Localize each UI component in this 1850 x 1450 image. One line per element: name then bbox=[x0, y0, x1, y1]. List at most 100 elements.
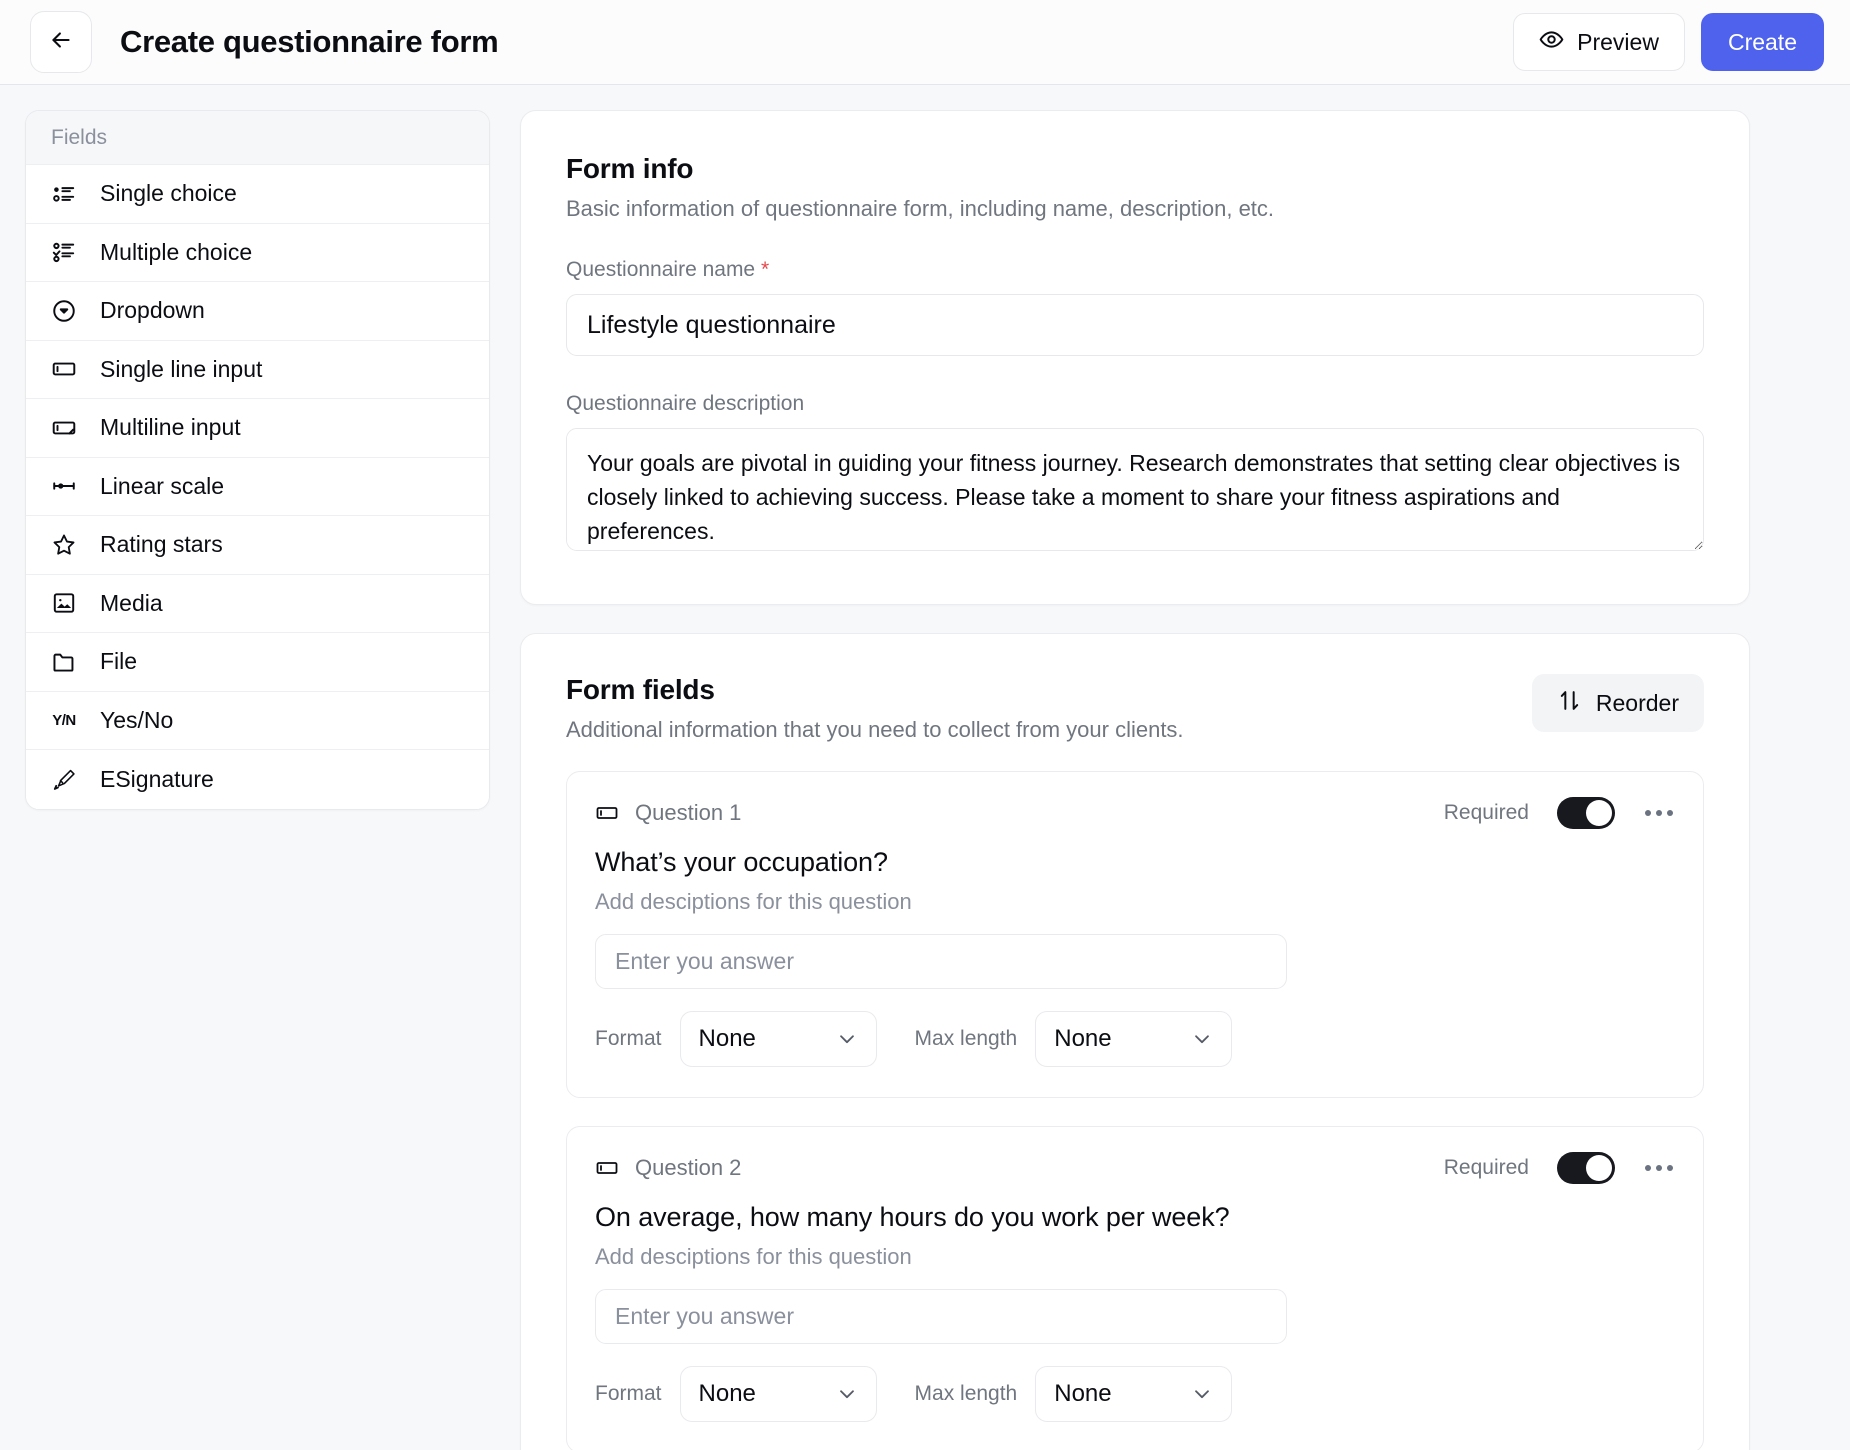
sort-arrows-icon bbox=[1557, 688, 1582, 719]
sidebar-item-multiline-input[interactable]: Multiline input bbox=[26, 399, 489, 458]
sidebar-item-rating-stars[interactable]: Rating stars bbox=[26, 516, 489, 575]
ellipsis-icon[interactable] bbox=[1643, 1159, 1675, 1177]
single-line-input-icon bbox=[51, 356, 77, 382]
chevron-down-icon bbox=[836, 1383, 858, 1405]
sidebar-item-yes-no[interactable]: Y/N Yes/No bbox=[26, 692, 489, 751]
form-info-card: Form info Basic information of questionn… bbox=[520, 110, 1750, 605]
max-length-label: Max length bbox=[915, 1382, 1018, 1406]
linear-scale-icon bbox=[51, 473, 77, 499]
sidebar-item-multiple-choice[interactable]: Multiple choice bbox=[26, 224, 489, 283]
form-fields-title: Form fields bbox=[566, 674, 1184, 706]
sidebar-item-label: Dropdown bbox=[100, 297, 205, 324]
question-card: Question 1 Required What’s your occupati… bbox=[566, 771, 1704, 1098]
form-fields-card: Form fields Additional information that … bbox=[520, 633, 1750, 1450]
eye-icon bbox=[1539, 27, 1564, 58]
answer-input[interactable] bbox=[595, 1289, 1287, 1344]
top-bar-actions: Preview Create bbox=[1513, 13, 1824, 71]
back-button[interactable] bbox=[30, 11, 92, 73]
question-card: Question 2 Required On average, how many… bbox=[566, 1126, 1704, 1450]
sidebar-item-single-line-input[interactable]: Single line input bbox=[26, 341, 489, 400]
question-title[interactable]: On average, how many hours do you work p… bbox=[595, 1202, 1675, 1233]
format-select-value: None bbox=[699, 1380, 756, 1408]
form-fields-header: Form fields Additional information that … bbox=[566, 674, 1704, 743]
required-asterisk: * bbox=[761, 258, 769, 281]
questionnaire-name-label-text: Questionnaire name bbox=[566, 258, 755, 281]
preview-button-label: Preview bbox=[1577, 29, 1659, 56]
preview-button[interactable]: Preview bbox=[1513, 13, 1685, 71]
sidebar-item-label: Single line input bbox=[100, 356, 262, 383]
sidebar-item-label: Rating stars bbox=[100, 531, 223, 558]
questionnaire-name-input[interactable] bbox=[566, 294, 1704, 356]
required-toggle[interactable] bbox=[1557, 797, 1615, 829]
question-header: Question 2 Required bbox=[595, 1152, 1675, 1184]
multiline-input-icon bbox=[51, 415, 77, 441]
required-label: Required bbox=[1444, 1156, 1529, 1180]
page-body: Fields Single choice Multiple bbox=[0, 85, 1850, 1450]
toggle-knob bbox=[1586, 800, 1612, 826]
max-length-select-value: None bbox=[1054, 1025, 1111, 1053]
max-length-select[interactable]: None bbox=[1035, 1366, 1232, 1422]
yes-no-icon: Y/N bbox=[51, 707, 77, 733]
ellipsis-icon[interactable] bbox=[1643, 804, 1675, 822]
top-bar: Create questionnaire form Preview Create bbox=[0, 0, 1850, 85]
form-fields-heading-block: Form fields Additional information that … bbox=[566, 674, 1184, 743]
questionnaire-description-label: Questionnaire description bbox=[566, 392, 1704, 416]
star-icon bbox=[51, 532, 77, 558]
reorder-button[interactable]: Reorder bbox=[1532, 674, 1704, 732]
folder-icon bbox=[51, 649, 77, 675]
sidebar-item-single-choice[interactable]: Single choice bbox=[26, 165, 489, 224]
max-length-label: Max length bbox=[915, 1027, 1018, 1051]
sidebar-item-label: Multiline input bbox=[100, 414, 241, 441]
answer-input[interactable] bbox=[595, 934, 1287, 989]
question-description[interactable]: Add desciptions for this question bbox=[595, 889, 1675, 915]
question-number: Question 1 bbox=[635, 800, 741, 826]
question-options: Format None Max length None bbox=[595, 1366, 1675, 1422]
page-title: Create questionnaire form bbox=[120, 24, 498, 60]
sidebar-item-label: Media bbox=[100, 590, 163, 617]
sidebar-item-label: Single choice bbox=[100, 180, 237, 207]
sidebar-item-dropdown[interactable]: Dropdown bbox=[26, 282, 489, 341]
chevron-down-icon bbox=[1191, 1028, 1213, 1050]
required-toggle[interactable] bbox=[1557, 1152, 1615, 1184]
multiple-choice-icon bbox=[51, 239, 77, 265]
max-length-select-value: None bbox=[1054, 1380, 1111, 1408]
format-select-value: None bbox=[699, 1025, 756, 1053]
question-actions: Required bbox=[1444, 797, 1675, 829]
question-actions: Required bbox=[1444, 1152, 1675, 1184]
toggle-knob bbox=[1586, 1155, 1612, 1181]
format-select[interactable]: None bbox=[680, 1011, 877, 1067]
format-label: Format bbox=[595, 1382, 662, 1406]
sidebar-item-label: Yes/No bbox=[100, 707, 173, 734]
format-label: Format bbox=[595, 1027, 662, 1051]
pen-icon bbox=[51, 766, 77, 792]
main-column: Form info Basic information of questionn… bbox=[490, 110, 1850, 1450]
sidebar-item-linear-scale[interactable]: Linear scale bbox=[26, 458, 489, 517]
required-label: Required bbox=[1444, 801, 1529, 825]
questionnaire-name-label: Questionnaire name * bbox=[566, 258, 1704, 282]
question-title[interactable]: What’s your occupation? bbox=[595, 847, 1675, 878]
sidebar-item-label: ESignature bbox=[100, 766, 214, 793]
single-line-input-icon bbox=[595, 801, 619, 825]
single-choice-icon bbox=[51, 181, 77, 207]
reorder-button-label: Reorder bbox=[1596, 690, 1679, 717]
questionnaire-description-textarea[interactable]: Your goals are pivotal in guiding your f… bbox=[566, 428, 1704, 551]
sidebar-item-media[interactable]: Media bbox=[26, 575, 489, 634]
format-select[interactable]: None bbox=[680, 1366, 877, 1422]
fields-sidebar: Fields Single choice Multiple bbox=[25, 110, 490, 810]
question-number: Question 2 bbox=[635, 1155, 741, 1181]
sidebar-item-label: Multiple choice bbox=[100, 239, 252, 266]
arrow-left-icon bbox=[48, 27, 74, 58]
question-description[interactable]: Add desciptions for this question bbox=[595, 1244, 1675, 1270]
sidebar-item-file[interactable]: File bbox=[26, 633, 489, 692]
form-info-title: Form info bbox=[566, 153, 1704, 185]
max-length-select[interactable]: None bbox=[1035, 1011, 1232, 1067]
sidebar-title: Fields bbox=[26, 111, 489, 165]
sidebar-item-label: Linear scale bbox=[100, 473, 224, 500]
sidebar-item-label: File bbox=[100, 648, 137, 675]
sidebar-item-esignature[interactable]: ESignature bbox=[26, 750, 489, 809]
create-button[interactable]: Create bbox=[1701, 13, 1824, 71]
form-fields-subtitle: Additional information that you need to … bbox=[566, 717, 1184, 743]
single-line-input-icon bbox=[595, 1156, 619, 1180]
dropdown-icon bbox=[51, 298, 77, 324]
form-info-subtitle: Basic information of questionnaire form,… bbox=[566, 196, 1704, 222]
